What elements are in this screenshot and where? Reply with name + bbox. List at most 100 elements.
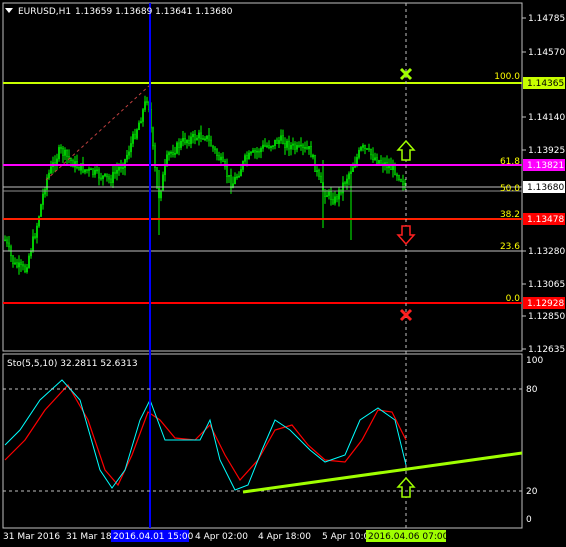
price-tag-label: 1.13478 [527, 215, 564, 225]
candle-body [390, 165, 392, 171]
fib-label-50: 50.0 [500, 184, 520, 194]
candle-body [272, 145, 274, 147]
candle-body [258, 150, 260, 153]
stoch-main-line [4, 383, 407, 487]
candle-body [166, 154, 168, 166]
candle-body [246, 155, 248, 160]
candle-body [312, 154, 314, 158]
candle-body [138, 122, 140, 131]
candle-body [8, 242, 10, 248]
candle-body [208, 135, 210, 141]
indicator-scale-0: 0 [526, 515, 532, 525]
candle-body [218, 155, 220, 161]
candle-body [12, 255, 14, 265]
indicator-up-arrow-icon [396, 476, 416, 498]
candle-body [248, 152, 250, 160]
candle-body [292, 143, 294, 146]
candle-body [234, 177, 236, 185]
candle-body [6, 239, 8, 244]
candle-body [250, 151, 252, 154]
candle-body [132, 133, 134, 144]
candle-body [350, 171, 352, 174]
candle-body [320, 175, 322, 183]
price-tick-label: 1.12850 [528, 312, 565, 322]
candle-body [72, 160, 74, 168]
price-tag-label: 1.14365 [527, 79, 564, 89]
candle-body [162, 174, 164, 191]
time-highlight-right: 2016.04.06 07:00 [368, 532, 449, 542]
candle-body [200, 132, 202, 139]
candle-body [180, 140, 182, 148]
candle-body [308, 146, 310, 150]
candle-body [220, 156, 222, 161]
candle-body [94, 169, 96, 175]
candle-body [142, 109, 144, 122]
candle-body [282, 135, 284, 144]
chart-header-ohlc: 1.13659 1.13689 1.13641 1.13680 [75, 7, 233, 17]
candle-body [136, 129, 138, 139]
price-tick-label: 1.13065 [528, 280, 565, 290]
candle-body [78, 167, 80, 171]
price-tick-label: 1.13925 [528, 146, 565, 156]
indicator-trendline [242, 451, 523, 494]
candle-body [194, 133, 196, 141]
candle-body [304, 147, 306, 149]
indicator-scale-20: 20 [526, 487, 538, 497]
candle-body [122, 167, 124, 169]
candle-body [362, 145, 364, 148]
candle-body [328, 191, 330, 196]
candle-body [108, 176, 110, 180]
candle-body [146, 101, 148, 104]
indicator-frame [2, 353, 523, 529]
candle-body [264, 144, 266, 147]
fib-label-236: 23.6 [500, 242, 520, 252]
candle-body [396, 174, 398, 177]
candle-body [22, 264, 24, 267]
candle-body [314, 154, 316, 172]
candle-body [300, 144, 302, 147]
candle-body [368, 148, 370, 150]
candle-body [398, 175, 400, 180]
candle-body [62, 147, 64, 156]
candle-body [206, 135, 208, 140]
candle-body [176, 142, 178, 154]
candle-body [394, 164, 396, 176]
candle-body [184, 138, 186, 144]
time-label-1: 31 Mar 2016 [3, 532, 60, 542]
candle-body [34, 236, 36, 239]
candle-body [316, 170, 318, 172]
candle-body [168, 152, 170, 156]
candle-body [378, 160, 380, 164]
candle-body [190, 136, 192, 144]
candle-body [16, 262, 18, 268]
main-chart-frame [2, 2, 523, 352]
fib-label-0: 0.0 [506, 294, 521, 304]
candle-body [4, 239, 6, 242]
candle-body [212, 145, 214, 149]
trading-chart-window[interactable]: 100.0 61.8 50.0 38.2 23.6 0.0 EURUSD,H1 … [0, 0, 566, 547]
candle-body [252, 150, 254, 153]
candle-body [36, 225, 38, 238]
candle-body [144, 101, 146, 110]
candle-body [170, 151, 172, 154]
candle-body [86, 169, 88, 171]
price-axis: 1.14785 1.14570 1.14140 1.13925 1.13280 1.130… [522, 14, 565, 355]
price-tick-label: 1.14140 [528, 113, 565, 123]
fib-label-618: 61.8 [500, 157, 520, 167]
candle-body [130, 143, 132, 153]
candle-body [348, 173, 350, 180]
candle-body [332, 199, 334, 204]
dropdown-triangle-icon[interactable] [5, 8, 13, 13]
price-tick-label: 1.12635 [528, 345, 565, 355]
candle-body [42, 193, 44, 205]
chart-canvas[interactable]: 100.0 61.8 50.0 38.2 23.6 0.0 EURUSD,H1 … [0, 0, 566, 547]
indicator-scale-80: 80 [526, 385, 538, 395]
candle-body [114, 171, 116, 174]
price-tag-label: 1.12928 [527, 299, 564, 309]
candle-body [402, 180, 404, 185]
price-tick-label: 1.13280 [528, 247, 565, 257]
candle-body [198, 132, 200, 139]
candle-body [178, 142, 180, 148]
candle-body [214, 147, 216, 151]
candle-body [276, 139, 278, 144]
